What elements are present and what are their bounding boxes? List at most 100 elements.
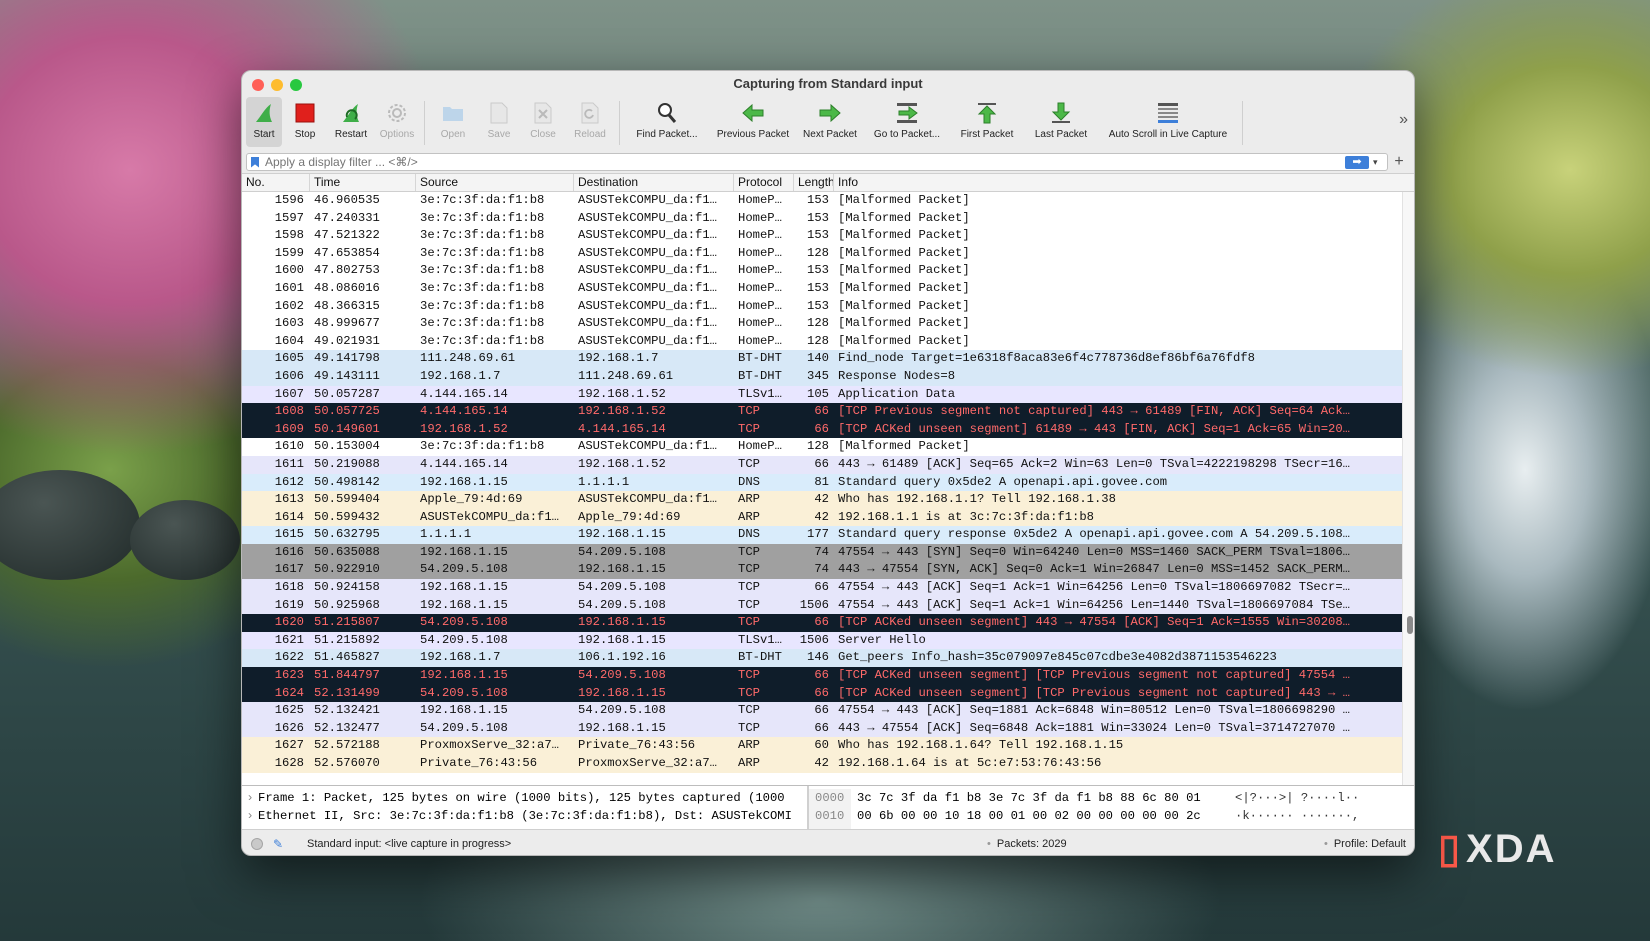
hex-bytes-line[interactable]: 3c 7c 3f da f1 b8 3e 7c 3f da f1 b8 88 6… bbox=[857, 789, 1231, 807]
wireshark-window: Capturing from Standard input Start Stop R… bbox=[241, 70, 1415, 856]
packet-cell-no: 1597 bbox=[274, 210, 304, 225]
go-to-packet-button[interactable]: Go to Packet... bbox=[864, 97, 950, 147]
expand-chevron-icon[interactable]: › bbox=[242, 807, 258, 825]
shark-fin-icon bbox=[251, 100, 277, 126]
column-header-no[interactable]: No. bbox=[242, 174, 310, 191]
packet-row[interactable]: 1598 47.521322 3e:7c:3f:da:f1:b8 ASUSTekCOM… bbox=[242, 227, 1414, 245]
packet-row[interactable]: 1617 50.922910 54.209.5.108 192.168.1.15 TCP… bbox=[242, 561, 1414, 580]
toolbar-overflow-icon[interactable]: » bbox=[1399, 111, 1408, 129]
restart-button[interactable]: Restart bbox=[328, 97, 374, 147]
packet-row[interactable]: 1604 49.021931 3e:7c:3f:da:f1:b8 ASUSTekCOM… bbox=[242, 332, 1414, 351]
packet-row[interactable]: 1602 48.366315 3e:7c:3f:da:f1:b8 ASUSTekCOM… bbox=[242, 297, 1414, 316]
packet-cell-dst: ASUSTekCOMPU_da:f1… bbox=[578, 439, 717, 454]
open-button[interactable]: Open bbox=[429, 97, 477, 147]
minimize-window-button[interactable] bbox=[271, 79, 283, 91]
packet-row[interactable]: 1627 52.572188 ProxmoxServe_32:a7… Private_… bbox=[242, 737, 1414, 755]
column-header-length[interactable]: Length bbox=[794, 174, 834, 191]
column-header-time[interactable]: Time bbox=[310, 174, 416, 191]
auto-scroll-in-live-capture-button[interactable]: Auto Scroll in Live Capture bbox=[1098, 97, 1238, 147]
packet-cell-src: ProxmoxServe_32:a7… bbox=[420, 738, 559, 753]
packet-row[interactable]: 1624 52.131499 54.209.5.108 192.168.1.15 TCP… bbox=[242, 684, 1414, 703]
packet-cell-dst: 192.168.1.15 bbox=[578, 562, 666, 577]
column-header-info[interactable]: Info bbox=[834, 174, 1404, 191]
packet-row[interactable]: 1597 47.240331 3e:7c:3f:da:f1:b8 ASUSTekCOM… bbox=[242, 209, 1414, 228]
packet-row[interactable]: 1626 52.132477 54.209.5.108 192.168.1.15 TCP… bbox=[242, 719, 1414, 738]
close-button[interactable]: Close bbox=[521, 97, 565, 147]
column-header-source[interactable]: Source bbox=[416, 174, 574, 191]
column-header-protocol[interactable]: Protocol bbox=[734, 174, 794, 191]
packet-row[interactable]: 1605 49.141798 111.248.69.61 192.168.1.7 BT-… bbox=[242, 350, 1414, 368]
restart-fin-icon bbox=[338, 100, 364, 126]
next-packet-button[interactable]: Next Packet bbox=[796, 97, 864, 147]
packet-row[interactable]: 1610 50.153004 3e:7c:3f:da:f1:b8 ASUSTekCOM… bbox=[242, 438, 1414, 456]
packet-cell-time: 52.572188 bbox=[314, 738, 380, 753]
toolbar-button-label: Save bbox=[487, 129, 511, 140]
display-filter-input[interactable] bbox=[265, 155, 1345, 169]
packet-row[interactable]: 1607 50.057287 4.144.165.14 192.168.1.52 TLS… bbox=[242, 385, 1414, 404]
packet-row[interactable]: 1612 50.498142 192.168.1.15 1.1.1.1 DNS 81 Sta… bbox=[242, 473, 1414, 492]
filter-history-dropdown[interactable]: ▾ bbox=[1373, 157, 1387, 168]
packet-list-scrollbar[interactable] bbox=[1402, 192, 1414, 785]
detail-tree-item[interactable]: › Ethernet II, Src: 3e:7c:3f:da:f1:b8 (3e… bbox=[242, 807, 807, 825]
packet-row[interactable]: 1613 50.599404 Apple_79:4d:69 ASUSTekCOMPU_… bbox=[242, 491, 1414, 509]
scrollbar-thumb[interactable] bbox=[1407, 616, 1413, 634]
packet-row[interactable]: 1622 51.465827 192.168.1.7 106.1.192.16 BT-D… bbox=[242, 649, 1414, 668]
packet-row[interactable]: 1623 51.844797 192.168.1.15 54.209.5.108 TCP… bbox=[242, 667, 1414, 685]
hex-ascii-line[interactable]: ·k······ ·······, bbox=[1235, 807, 1414, 825]
options-button[interactable]: Options bbox=[374, 97, 420, 147]
packet-row[interactable]: 1618 50.924158 192.168.1.15 54.209.5.108 TCP… bbox=[242, 579, 1414, 597]
start-button[interactable]: Start bbox=[246, 97, 282, 147]
detail-tree-item[interactable]: › Frame 1: Packet, 125 bytes on wire (100… bbox=[242, 789, 807, 807]
packet-cell-dst: 192.168.1.52 bbox=[578, 404, 666, 419]
expand-chevron-icon[interactable]: › bbox=[242, 789, 258, 807]
reload-button[interactable]: Reload bbox=[565, 97, 615, 147]
last-packet-button[interactable]: Last Packet bbox=[1024, 97, 1098, 147]
packet-cell-dst: 192.168.1.15 bbox=[578, 632, 666, 647]
packet-cell-no: 1626 bbox=[274, 720, 304, 735]
packet-row[interactable]: 1616 50.635088 192.168.1.15 54.209.5.108 TCP… bbox=[242, 543, 1414, 562]
add-filter-button[interactable]: + bbox=[1388, 153, 1410, 171]
hex-ascii-line[interactable]: <|?···>| ?····l·· bbox=[1235, 789, 1414, 807]
packet-cell-info: [Malformed Packet] bbox=[838, 210, 970, 225]
packet-cell-src: 54.209.5.108 bbox=[420, 685, 508, 700]
packet-row[interactable]: 1601 48.086016 3e:7c:3f:da:f1:b8 ASUSTekCOM… bbox=[242, 279, 1414, 298]
packet-row[interactable]: 1611 50.219088 4.144.165.14 192.168.1.52 TCP… bbox=[242, 455, 1414, 474]
toolbar-separator bbox=[619, 101, 620, 145]
packet-row[interactable]: 1625 52.132421 192.168.1.15 54.209.5.108 TCP… bbox=[242, 702, 1414, 720]
apply-filter-button[interactable]: ➡ bbox=[1345, 155, 1369, 169]
packet-row[interactable]: 1606 49.143111 192.168.1.7 111.248.69.61 BT-… bbox=[242, 367, 1414, 386]
save-button[interactable]: Save bbox=[477, 97, 521, 147]
packet-row[interactable]: 1600 47.802753 3e:7c:3f:da:f1:b8 ASUSTekCOM… bbox=[242, 262, 1414, 280]
hex-bytes-line[interactable]: 00 6b 00 00 10 18 00 01 00 02 00 00 00 0… bbox=[857, 807, 1231, 825]
hex-bytes: 3c 7c 3f da f1 b8 3e 7c 3f da f1 b8 88 6… bbox=[851, 789, 1231, 829]
packet-cell-no: 1615 bbox=[274, 527, 304, 542]
profile-indicator[interactable]: • Profile: Default bbox=[1287, 838, 1414, 850]
capture-comment-icon[interactable]: ✎ bbox=[273, 837, 291, 851]
first-packet-button[interactable]: First Packet bbox=[950, 97, 1024, 147]
packet-cell-info: Who has 192.168.1.64? Tell 192.168.1.15 bbox=[838, 738, 1124, 753]
packet-row[interactable]: 1603 48.999677 3e:7c:3f:da:f1:b8 ASUSTekCOM… bbox=[242, 315, 1414, 333]
packet-cell-src: 54.209.5.108 bbox=[420, 562, 508, 577]
packet-cell-src: ASUSTekCOMPU_da:f1… bbox=[420, 509, 559, 524]
packet-count: • Packets: 2029 bbox=[987, 837, 1067, 850]
packet-row[interactable]: 1608 50.057725 4.144.165.14 192.168.1.52 TCP… bbox=[242, 403, 1414, 421]
packet-row[interactable]: 1609 50.149601 192.168.1.52 4.144.165.14 TCP… bbox=[242, 420, 1414, 439]
stop-button[interactable]: Stop bbox=[282, 97, 328, 147]
packet-row[interactable]: 1620 51.215807 54.209.5.108 192.168.1.15 TCP… bbox=[242, 614, 1414, 632]
bookmark-icon[interactable] bbox=[251, 156, 259, 168]
packet-row[interactable]: 1596 46.960535 3e:7c:3f:da:f1:b8 ASUSTekCOM… bbox=[242, 192, 1414, 210]
column-header-destination[interactable]: Destination bbox=[574, 174, 734, 191]
arrow-top-icon bbox=[974, 100, 1000, 126]
zoom-window-button[interactable] bbox=[290, 79, 302, 91]
packet-row[interactable]: 1615 50.632795 1.1.1.1 192.168.1.15 DNS 177 St… bbox=[242, 526, 1414, 544]
packet-row[interactable]: 1619 50.925968 192.168.1.15 54.209.5.108 TCP… bbox=[242, 596, 1414, 615]
packet-row[interactable]: 1599 47.653854 3e:7c:3f:da:f1:b8 ASUSTekCOM… bbox=[242, 244, 1414, 263]
packet-row[interactable]: 1614 50.599432 ASUSTekCOMPU_da:f1… Apple_79… bbox=[242, 508, 1414, 527]
packet-cell-dst: 1.1.1.1 bbox=[578, 474, 630, 489]
packet-row[interactable]: 1628 52.576070 Private_76:43:56 ProxmoxServ… bbox=[242, 755, 1414, 773]
packet-row[interactable]: 1621 51.215892 54.209.5.108 192.168.1.15 TLS… bbox=[242, 631, 1414, 650]
expert-info-icon[interactable] bbox=[251, 837, 263, 850]
close-window-button[interactable] bbox=[252, 79, 264, 91]
previous-packet-button[interactable]: Previous Packet bbox=[710, 97, 796, 147]
find-packet-button[interactable]: Find Packet... bbox=[624, 97, 710, 147]
